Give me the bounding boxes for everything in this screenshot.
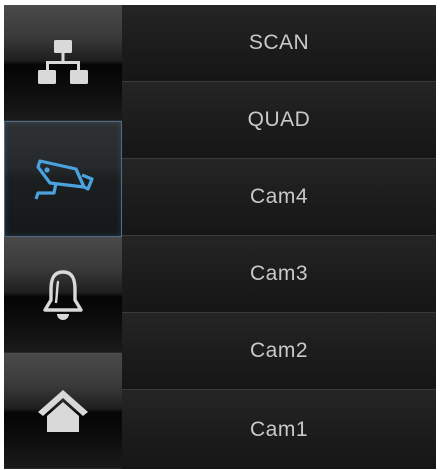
home-button[interactable] <box>4 353 122 469</box>
bell-icon <box>43 269 83 320</box>
channel-item-cam1[interactable]: Cam1 <box>122 390 436 469</box>
network-icon <box>38 39 88 84</box>
alarm-button[interactable] <box>4 237 122 353</box>
network-button[interactable] <box>4 5 122 121</box>
home-icon <box>38 389 88 432</box>
sidebar <box>4 5 122 469</box>
channel-item-cam4[interactable]: Cam4 <box>122 159 436 236</box>
channel-item-quad[interactable]: QUAD <box>122 82 436 159</box>
channel-item-cam2[interactable]: Cam2 <box>122 313 436 390</box>
channel-item-cam3[interactable]: Cam3 <box>122 236 436 313</box>
camera-icon <box>34 159 94 200</box>
camera-button[interactable] <box>4 121 122 237</box>
channel-item-scan[interactable]: SCAN <box>122 5 436 82</box>
dvr-menu-panel: SCAN QUAD Cam4 Cam3 Cam2 Cam1 <box>4 5 436 469</box>
channel-list: SCAN QUAD Cam4 Cam3 Cam2 Cam1 <box>122 5 436 469</box>
